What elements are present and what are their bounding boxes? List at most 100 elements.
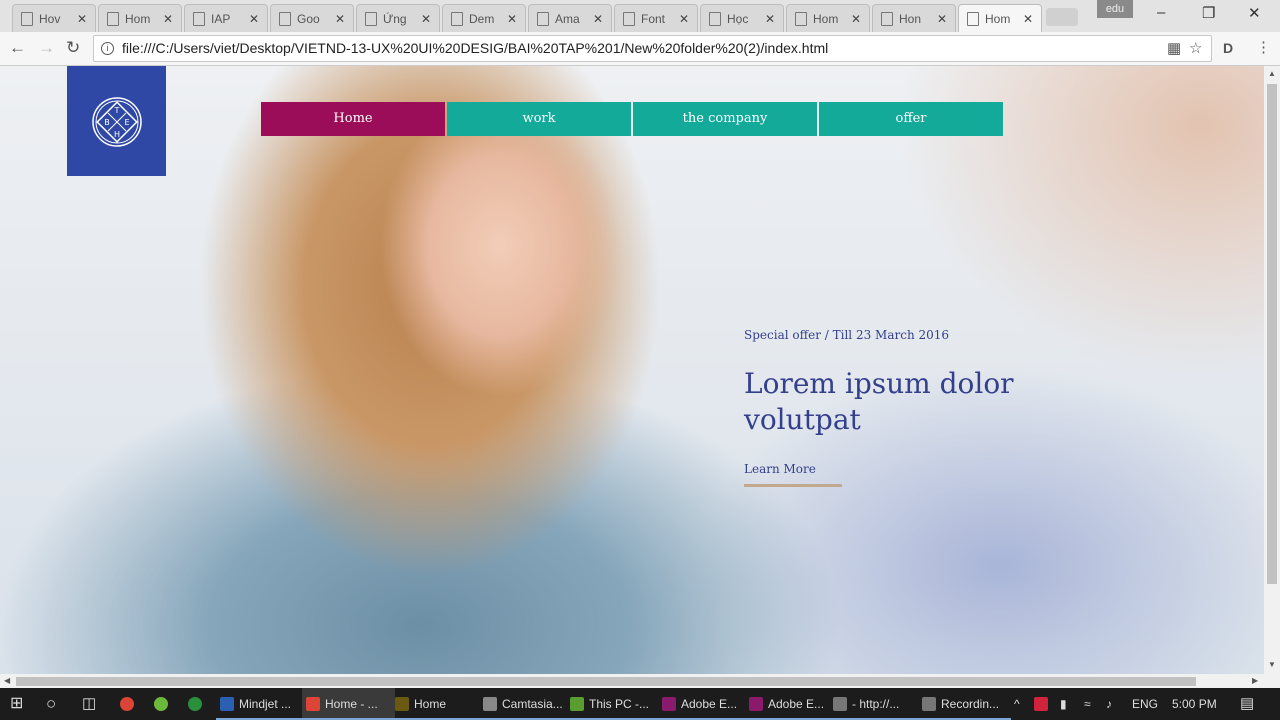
tab-label: Hom bbox=[125, 11, 151, 26]
chrome-pinned-icon[interactable] bbox=[120, 697, 134, 711]
vertical-scrollbar[interactable]: ▲ ▼ bbox=[1264, 66, 1280, 674]
tab-label: Dem bbox=[469, 11, 495, 26]
taskbar-app[interactable]: Mindjet ... bbox=[216, 688, 309, 720]
back-icon[interactable]: ← bbox=[9, 38, 26, 58]
taskbar-app[interactable]: Home - ... bbox=[302, 688, 395, 720]
tray-app-icon[interactable] bbox=[1034, 697, 1048, 711]
taskbar-app-label: Mindjet ... bbox=[239, 697, 292, 711]
nav-the-company[interactable]: the company bbox=[633, 102, 817, 136]
close-tab-icon[interactable]: ✕ bbox=[765, 12, 775, 26]
browser-tab[interactable]: Ama ✕ bbox=[528, 4, 612, 32]
taskbar-app[interactable]: - http://... bbox=[829, 688, 922, 720]
close-window-icon[interactable]: ✕ bbox=[1248, 4, 1261, 22]
browser-tab[interactable]: Goo ✕ bbox=[270, 4, 354, 32]
svg-text:B: B bbox=[104, 118, 110, 127]
clock[interactable]: 5:00 PM bbox=[1168, 688, 1217, 720]
address-bar[interactable]: i file:///C:/Users/viet/Desktop/VIETND-1… bbox=[93, 35, 1212, 62]
browser-tab[interactable]: Học ✕ bbox=[700, 4, 784, 32]
browser-tab[interactable]: Hom ✕ bbox=[786, 4, 870, 32]
close-tab-icon[interactable]: ✕ bbox=[421, 12, 431, 26]
app-icon bbox=[395, 697, 409, 711]
taskbar-app-label: This PC -... bbox=[589, 697, 650, 711]
app-pinned-icon[interactable] bbox=[154, 697, 168, 711]
browser-tab[interactable]: Hom ✕ bbox=[98, 4, 182, 32]
nav-offer[interactable]: offer bbox=[819, 102, 1003, 136]
info-icon[interactable]: i bbox=[101, 42, 114, 55]
page-icon bbox=[537, 11, 549, 26]
volume-icon[interactable]: ♪ bbox=[1102, 688, 1112, 720]
nav-home[interactable]: Home bbox=[261, 102, 445, 136]
browser-tab[interactable]: Dem ✕ bbox=[442, 4, 526, 32]
language-indicator[interactable]: ENG bbox=[1128, 688, 1158, 720]
close-tab-icon[interactable]: ✕ bbox=[1023, 12, 1033, 26]
tab-strip: Hov ✕ Hom ✕ IAP ✕ Goo ✕ Ứng ✕ Dem ✕ Ama ✕ Font ✕ Học ✕ Hom… bbox=[0, 0, 1280, 32]
wifi-icon[interactable]: ≈ bbox=[1080, 688, 1091, 720]
page-icon bbox=[967, 11, 979, 26]
browser-tab[interactable]: IAP ✕ bbox=[184, 4, 268, 32]
taskbar-app[interactable]: Camtasia... bbox=[479, 688, 572, 720]
app-pinned-icon[interactable] bbox=[188, 697, 202, 711]
browser-tab[interactable]: Hom ✕ bbox=[958, 4, 1042, 32]
cortana-icon[interactable]: ○ bbox=[42, 688, 56, 720]
bookmark-star-icon[interactable]: ☆ bbox=[1189, 36, 1202, 61]
taskbar-app[interactable]: Home bbox=[391, 688, 484, 720]
learn-more-link[interactable]: Learn More bbox=[744, 462, 842, 487]
main-nav: Home work the company offer bbox=[261, 102, 1003, 136]
tray-chevron-icon[interactable]: ^ bbox=[1010, 688, 1020, 720]
profile-badge[interactable]: edu bbox=[1097, 0, 1133, 18]
svg-text:H: H bbox=[114, 130, 120, 139]
taskbar-app-label: Camtasia... bbox=[502, 697, 563, 711]
new-tab-button[interactable] bbox=[1046, 8, 1078, 26]
app-icon bbox=[662, 697, 676, 711]
menu-icon[interactable]: ⋮ bbox=[1256, 38, 1271, 56]
tab-label: Hon bbox=[899, 11, 922, 26]
logo[interactable]: T B E H bbox=[67, 66, 166, 176]
close-tab-icon[interactable]: ✕ bbox=[335, 12, 345, 26]
forward-icon[interactable]: → bbox=[38, 38, 55, 58]
task-view-icon[interactable]: ◫ bbox=[78, 688, 96, 720]
notifications-icon[interactable]: ▤ bbox=[1236, 688, 1254, 720]
browser-tab[interactable]: Font ✕ bbox=[614, 4, 698, 32]
browser-tab[interactable]: Hov ✕ bbox=[12, 4, 96, 32]
browser-tab[interactable]: Ứng ✕ bbox=[356, 4, 440, 32]
close-tab-icon[interactable]: ✕ bbox=[937, 12, 947, 26]
taskbar-app-label: Home - ... bbox=[325, 697, 378, 711]
close-tab-icon[interactable]: ✕ bbox=[507, 12, 517, 26]
taskbar-app-label: Adobe E... bbox=[681, 697, 738, 711]
close-tab-icon[interactable]: ✕ bbox=[163, 12, 173, 26]
app-icon bbox=[749, 697, 763, 711]
extension-icon[interactable]: D bbox=[1223, 40, 1233, 56]
page-icon bbox=[795, 11, 807, 26]
taskbar-app[interactable]: Adobe E... bbox=[658, 688, 751, 720]
app-icon bbox=[306, 697, 320, 711]
app-icon bbox=[570, 697, 584, 711]
taskbar-app[interactable]: Recordin... bbox=[918, 688, 1011, 720]
start-windows-icon[interactable]: ⊞ bbox=[6, 688, 23, 720]
close-tab-icon[interactable]: ✕ bbox=[249, 12, 259, 26]
close-tab-icon[interactable]: ✕ bbox=[593, 12, 603, 26]
battery-icon[interactable]: ▮ bbox=[1056, 688, 1067, 720]
app-icon bbox=[220, 697, 234, 711]
horizontal-scrollbar[interactable]: ◀ ▶ bbox=[0, 674, 1264, 688]
browser-tab[interactable]: Hon ✕ bbox=[872, 4, 956, 32]
nav-work[interactable]: work bbox=[447, 102, 631, 136]
page-icon bbox=[451, 11, 463, 26]
taskbar-app-label: - http://... bbox=[852, 697, 900, 711]
taskbar: ⊞ ○ ◫ Mindjet ... Home - ... Home Camtasia.… bbox=[0, 688, 1280, 720]
restore-icon[interactable]: ❐ bbox=[1202, 4, 1215, 22]
close-tab-icon[interactable]: ✕ bbox=[851, 12, 861, 26]
minimize-icon[interactable]: – bbox=[1157, 4, 1165, 21]
page-icon bbox=[21, 11, 33, 26]
page-icon bbox=[623, 11, 635, 26]
translate-icon[interactable]: ▦ bbox=[1167, 36, 1181, 61]
tab-label: Ama bbox=[555, 11, 580, 26]
taskbar-app-label: Adobe E... bbox=[768, 697, 825, 711]
app-icon bbox=[922, 697, 936, 711]
close-tab-icon[interactable]: ✕ bbox=[77, 12, 87, 26]
taskbar-app[interactable]: This PC -... bbox=[566, 688, 659, 720]
reload-icon[interactable]: ↻ bbox=[66, 38, 80, 58]
tab-label: Font bbox=[641, 11, 666, 26]
taskbar-app[interactable]: Adobe E... bbox=[745, 688, 838, 720]
page-icon bbox=[279, 11, 291, 26]
close-tab-icon[interactable]: ✕ bbox=[679, 12, 689, 26]
